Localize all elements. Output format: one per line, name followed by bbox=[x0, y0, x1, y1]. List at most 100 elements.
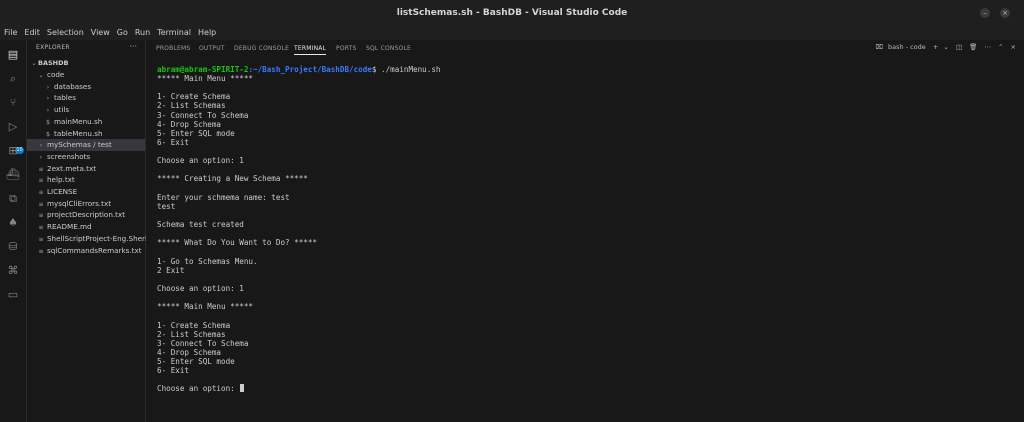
explorer-folder[interactable]: › tables bbox=[27, 92, 145, 104]
terminal-line-text: ***** What Do You Want to Do? ***** bbox=[157, 238, 318, 248]
terminal-output[interactable]: abram@abram-SPIRIT-2:~/Bash_Project/Bash… bbox=[146, 57, 1024, 422]
terminal-line-text: 1- Create Schema bbox=[157, 320, 231, 330]
terminal-prompt-line: abram@abram-SPIRIT-2:~/Bash_Project/Bash… bbox=[157, 65, 440, 74]
terminal-line: 1- Go to Schemas Menu. bbox=[157, 257, 258, 266]
tree-item-label: code bbox=[47, 70, 65, 79]
menu-edit[interactable]: Edit bbox=[20, 26, 43, 37]
terminal-line-text: test bbox=[157, 201, 176, 211]
terminal-line-text: 1- Create Schema bbox=[157, 92, 231, 102]
explorer-file[interactable]: $ tableMenu.sh bbox=[27, 128, 145, 140]
more-icon[interactable]: ⋯ bbox=[984, 43, 991, 51]
terminal-line-text: Enter your schmema name: test bbox=[157, 192, 290, 202]
source-control-icon[interactable]: ⑂ bbox=[6, 96, 20, 110]
remote-explorer-icon[interactable]: ⧉ bbox=[6, 192, 20, 206]
explorer-folder[interactable]: › utils bbox=[27, 104, 145, 116]
prompt-command: $ ./mainMenu.sh bbox=[371, 65, 441, 74]
split-terminal-icon[interactable]: ◫ bbox=[956, 43, 962, 51]
docker-icon[interactable]: ⛴ bbox=[6, 168, 20, 182]
terminal-line: test bbox=[157, 202, 175, 211]
tree-item-label: tables bbox=[54, 93, 76, 103]
explorer-folder[interactable]: › databases bbox=[27, 81, 145, 93]
extensions-icon[interactable]: ⊞ bbox=[6, 144, 20, 158]
terminal-line: 5- Enter SQL mode bbox=[157, 129, 235, 138]
terminal-line: ***** Main Menu ***** bbox=[157, 74, 253, 83]
explorer-file[interactable]: ≡ README.md bbox=[27, 221, 145, 233]
python-icon[interactable]: ⌘ bbox=[6, 264, 20, 278]
tree-item-label: utils bbox=[54, 105, 70, 115]
workspace-root[interactable]: ⌄BASHDB bbox=[27, 57, 145, 69]
menu-help[interactable]: Help bbox=[194, 26, 219, 37]
explorer-file[interactable]: ≡ ShellScriptProject-Eng.Sherie... bbox=[27, 233, 158, 245]
terminal-line-text: Choose an option: 1 bbox=[157, 156, 244, 166]
tab-terminal[interactable]: TERMINAL bbox=[294, 45, 327, 55]
terminal-name[interactable]: bash - code bbox=[888, 43, 926, 51]
tab-sql-console[interactable]: SQL CONSOLE bbox=[366, 45, 411, 52]
explorer-file[interactable]: ≡ sqlCommandsRemarks.txt bbox=[27, 245, 145, 257]
menu-selection[interactable]: Selection bbox=[43, 26, 87, 37]
tree-item-label: sqlCommandsRemarks.txt bbox=[47, 245, 142, 255]
tree-item-label: tableMenu.sh bbox=[54, 128, 103, 138]
terminal-line: 4- Drop Schema bbox=[157, 120, 221, 129]
panel-actions: ⌧ bash - code + ⌄ ◫ 🗑 ⋯ ⌃ × bbox=[871, 43, 1016, 51]
terminal-line-text: 6- Exit bbox=[157, 366, 190, 376]
terminal-line-text: 3- Connect To Schema bbox=[157, 338, 249, 348]
explorer-folder[interactable]: ⌄ code bbox=[27, 69, 145, 81]
tab-output[interactable]: OUTPUT bbox=[199, 45, 225, 52]
terminal-line-text: 1- Go to Schemas Menu. bbox=[157, 256, 258, 266]
tab-ports[interactable]: PORTS bbox=[336, 45, 357, 52]
tree-item-label: LICENSE bbox=[47, 187, 78, 196]
explorer-file[interactable]: ≡ projectDescription.txt bbox=[27, 209, 145, 221]
terminal-line-text: ***** Creating a New Schema ***** bbox=[157, 174, 308, 184]
explorer-file[interactable]: ≡ LICENSE bbox=[27, 186, 145, 198]
activity-bar: ▤ ⌕ ⑂ 10 ▷ ⊞ ⛴ ⧉ ♠ ⛁ ⌘ ▭ bbox=[0, 40, 27, 422]
maximize-panel-icon[interactable]: ⌃ bbox=[998, 43, 1003, 51]
tab-problems[interactable]: PROBLEMS bbox=[156, 45, 190, 52]
terminal-line-text: Choose an option: 1 bbox=[157, 283, 244, 293]
close-icon[interactable]: × bbox=[1000, 8, 1010, 18]
trash-icon[interactable]: 🗑 bbox=[969, 43, 977, 51]
close-panel-icon[interactable]: × bbox=[1011, 43, 1016, 51]
terminal-line-text: 3- Connect To Schema bbox=[157, 110, 249, 120]
tree-item-label: 2ext.meta.txt bbox=[47, 163, 97, 173]
terminal-line-text: 4- Drop Schema bbox=[157, 347, 222, 357]
explorer-file[interactable]: ≡ 2ext.meta.txt bbox=[27, 163, 145, 175]
explorer-folder[interactable]: › screenshots bbox=[27, 151, 145, 163]
run-debug-icon[interactable]: ▷ bbox=[6, 120, 20, 134]
file-icon: ≡ bbox=[38, 247, 44, 255]
files-icon[interactable]: ▤ bbox=[6, 48, 20, 62]
chevron-down-icon[interactable]: ⌄ bbox=[943, 43, 948, 51]
terminal-line: Choose an option: 1 bbox=[157, 284, 244, 293]
window-title: listSchemas.sh - BashDB - Visual Studio … bbox=[396, 8, 628, 18]
more-actions-icon[interactable]: ··· bbox=[129, 42, 137, 51]
menu-go[interactable]: Go bbox=[113, 26, 131, 37]
terminal-icon: ⌧ bbox=[875, 43, 884, 51]
menu-file[interactable]: File bbox=[0, 26, 20, 37]
explorer-file[interactable]: ≡ help.txt bbox=[27, 174, 145, 186]
menu-view[interactable]: View bbox=[87, 26, 113, 37]
terminal-line: Schema test created bbox=[157, 220, 244, 229]
tab-debug-console[interactable]: DEBUG CONSOLE bbox=[234, 45, 289, 52]
explorer-folder[interactable]: › mySchemas / test bbox=[27, 139, 145, 152]
terminal-line: 3- Connect To Schema bbox=[157, 339, 248, 348]
comments-icon[interactable]: ▭ bbox=[6, 288, 20, 302]
explorer-file[interactable]: ≡ mysqlCliErrors.txt bbox=[27, 198, 145, 210]
terminal-line-text: Choose an option: bbox=[157, 384, 240, 394]
panel-tab-bar: PROBLEMS OUTPUT DEBUG CONSOLE TERMINAL P… bbox=[146, 40, 1024, 57]
explorer-file[interactable]: $ mainMenu.sh bbox=[27, 116, 145, 128]
database-icon[interactable]: ⛁ bbox=[6, 240, 20, 254]
prompt-path: :~/Bash_Project/BashDB/code bbox=[248, 65, 372, 74]
terminal-line: 1- Create Schema bbox=[157, 321, 230, 330]
menu-run[interactable]: Run bbox=[131, 26, 153, 37]
search-icon[interactable]: ⌕ bbox=[6, 72, 20, 86]
terminal-line-text: 5- Enter SQL mode bbox=[157, 128, 235, 138]
new-terminal-button[interactable]: + bbox=[933, 43, 938, 51]
title-bar: listSchemas.sh - BashDB - Visual Studio … bbox=[0, 0, 1024, 27]
terminal-cursor bbox=[240, 384, 245, 393]
menu-terminal[interactable]: Terminal bbox=[153, 26, 194, 37]
tree-item-label: projectDescription.txt bbox=[47, 210, 126, 220]
terminal-line: 5- Enter SQL mode bbox=[157, 357, 235, 366]
terminal-line-text: ***** Main Menu ***** bbox=[157, 302, 254, 312]
mongodb-icon[interactable]: ♠ bbox=[6, 216, 20, 230]
minimize-icon[interactable]: – bbox=[980, 8, 990, 18]
terminal-line-text: 2- List Schemas bbox=[157, 101, 226, 111]
